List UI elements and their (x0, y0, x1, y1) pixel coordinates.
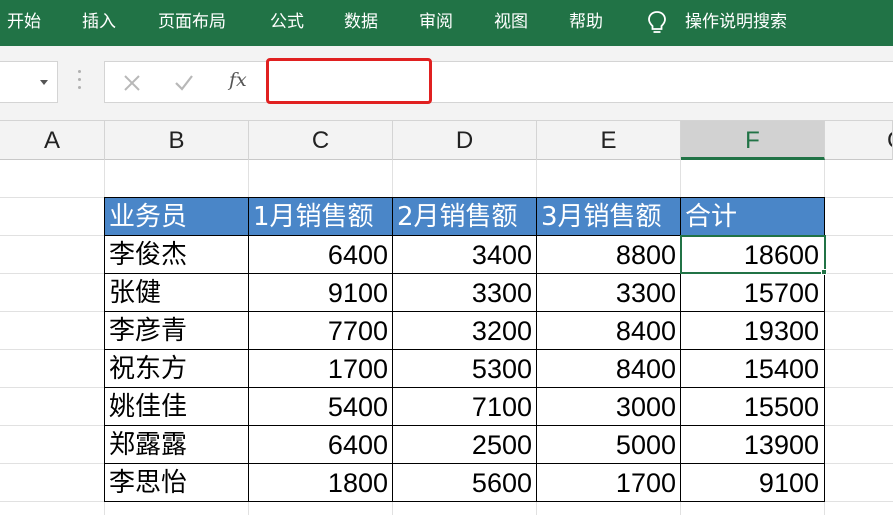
cell-feb[interactable]: 3300 (393, 274, 536, 312)
cell-jan[interactable]: 7700 (249, 312, 392, 350)
cell-mar[interactable]: 8400 (537, 350, 680, 388)
table-header-mar-sales[interactable]: 3月销售额 (537, 198, 681, 236)
cell-jan[interactable]: 5400 (249, 388, 392, 426)
cell-jan[interactable]: 6400 (249, 236, 392, 274)
formula-bar: fx (104, 61, 893, 103)
tab-page-layout[interactable]: 页面布局 (158, 0, 226, 46)
ribbon-tab-bar: 开始 插入 页面布局 公式 数据 审阅 视图 帮助 操作说明搜索 (0, 0, 893, 46)
cell-mar[interactable]: 3300 (537, 274, 680, 312)
cell-feb[interactable]: 5300 (393, 350, 536, 388)
cell-total[interactable]: 9100 (681, 464, 823, 502)
worksheet-grid[interactable]: 业务员 1月销售额 2月销售额 3月销售额 合计 李俊杰 6400 3400 8800… (0, 160, 893, 515)
formula-input[interactable] (266, 58, 432, 104)
cell-total[interactable]: 19300 (681, 312, 823, 350)
cell-total[interactable]: 15700 (681, 274, 823, 312)
cell-salesperson[interactable]: 祝东方 (105, 350, 248, 388)
cell-feb[interactable]: 3400 (393, 236, 536, 274)
cell-feb[interactable]: 2500 (393, 426, 536, 464)
tab-insert[interactable]: 插入 (82, 0, 116, 46)
tab-formulas[interactable]: 公式 (270, 0, 304, 46)
cell-total[interactable]: 15500 (681, 388, 823, 426)
column-header-c[interactable]: C (249, 121, 393, 160)
enter-check-icon[interactable] (173, 72, 195, 94)
cell-salesperson[interactable]: 李彦青 (105, 312, 248, 350)
column-header-a[interactable]: A (0, 121, 105, 160)
table-header-total[interactable]: 合计 (681, 198, 825, 236)
cell-mar[interactable]: 8800 (537, 236, 680, 274)
column-header-f[interactable]: F (681, 121, 825, 160)
name-box[interactable] (0, 61, 58, 103)
lightbulb-icon (648, 11, 666, 33)
cell-mar[interactable]: 5000 (537, 426, 680, 464)
column-header-e[interactable]: E (537, 121, 681, 160)
column-header-d[interactable]: D (393, 121, 537, 160)
insert-function-icon[interactable]: fx (229, 69, 247, 91)
tab-review[interactable]: 审阅 (419, 0, 453, 46)
cell-salesperson[interactable]: 郑露露 (105, 426, 248, 464)
tab-view[interactable]: 视图 (494, 0, 528, 46)
cell-jan[interactable]: 1700 (249, 350, 392, 388)
column-header-row: A B C D E F G (0, 120, 893, 160)
cell-total[interactable]: 15400 (681, 350, 823, 388)
tab-data[interactable]: 数据 (344, 0, 378, 46)
cell-salesperson[interactable]: 李思怡 (105, 464, 248, 502)
table-header-salesperson[interactable]: 业务员 (105, 198, 249, 236)
fill-handle[interactable] (821, 269, 827, 275)
table-header-feb-sales[interactable]: 2月销售额 (393, 198, 537, 236)
cell-salesperson[interactable]: 李俊杰 (105, 236, 248, 274)
cancel-icon[interactable] (121, 72, 143, 94)
cell-jan[interactable]: 9100 (249, 274, 392, 312)
cell-mar[interactable]: 1700 (537, 464, 680, 502)
tab-home[interactable]: 开始 (7, 0, 41, 46)
drag-handle-icon[interactable] (76, 70, 82, 94)
cell-feb[interactable]: 7100 (393, 388, 536, 426)
cell-jan[interactable]: 6400 (249, 426, 392, 464)
cell-total[interactable]: 13900 (681, 426, 823, 464)
cell-salesperson[interactable]: 姚佳佳 (105, 388, 248, 426)
cell-mar[interactable]: 8400 (537, 312, 680, 350)
cell-feb[interactable]: 3200 (393, 312, 536, 350)
cell-salesperson[interactable]: 张健 (105, 274, 248, 312)
tab-help[interactable]: 帮助 (569, 0, 603, 46)
cell-total[interactable]: 18600 (681, 236, 823, 274)
cell-jan[interactable]: 1800 (249, 464, 392, 502)
chevron-down-icon[interactable] (40, 80, 48, 85)
tell-me-search[interactable]: 操作说明搜索 (685, 0, 787, 46)
column-header-g[interactable]: G (825, 121, 893, 160)
column-header-b[interactable]: B (105, 121, 249, 160)
table-header-jan-sales[interactable]: 1月销售额 (249, 198, 393, 236)
cell-mar[interactable]: 3000 (537, 388, 680, 426)
cell-feb[interactable]: 5600 (393, 464, 536, 502)
